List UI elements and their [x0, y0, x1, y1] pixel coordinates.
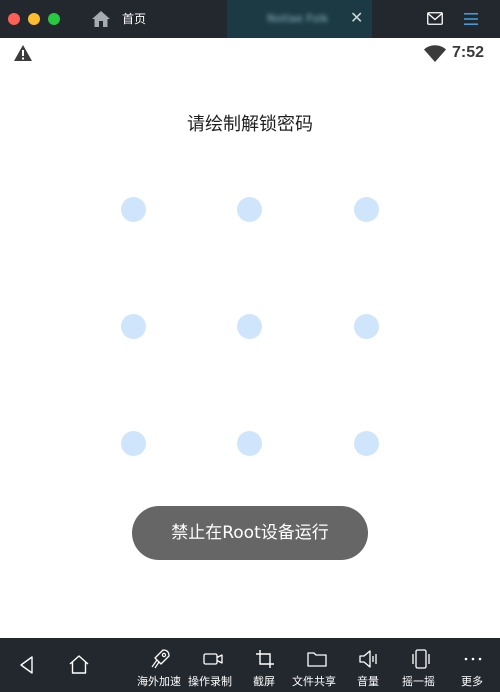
toolbar-item-more[interactable]: 更多 [457, 638, 489, 692]
status-bar: 7:52 [0, 38, 500, 68]
window-maximize-button[interactable] [48, 13, 60, 25]
pattern-dot-4[interactable] [121, 314, 146, 339]
window-close-button[interactable] [8, 13, 20, 25]
pattern-dot-3[interactable] [354, 197, 379, 222]
pattern-lock-title: 请绘制解锁密码 [187, 114, 313, 135]
toolbar-label-more: 更多 [461, 675, 483, 688]
toolbar-label-file-share: 文件共享 [292, 675, 336, 688]
folder-icon [307, 652, 327, 667]
wifi-icon [424, 45, 446, 62]
toolbar-item-overseas-boost[interactable]: 海外加速 [134, 638, 188, 692]
toolbar-label-screenshot: 截屏 [253, 675, 275, 688]
toolbar-item-file-share[interactable]: 文件共享 [291, 638, 343, 692]
emulator-window: 首页 Notlae Folk ✕ 7:52 请绘制解锁密码 禁止在Root设备运… [0, 0, 500, 692]
toolbar-item-shake[interactable]: 摇一摇 [401, 638, 441, 692]
warning-icon [14, 45, 32, 61]
title-bar: 首页 Notlae Folk ✕ [0, 0, 500, 38]
home-tab-icon [92, 11, 110, 27]
pattern-dot-2[interactable] [237, 197, 262, 222]
tab-app-label: Notlae Folk [267, 12, 329, 25]
rocket-icon [151, 649, 170, 669]
toolbar-label-overseas-boost: 海外加速 [137, 675, 181, 688]
toast-message: 禁止在Root设备运行 [132, 506, 368, 560]
volume-icon [359, 650, 377, 668]
pattern-dot-7[interactable] [121, 431, 146, 456]
home-icon[interactable] [68, 653, 90, 675]
more-icon [464, 657, 482, 661]
window-minimize-button[interactable] [28, 13, 40, 25]
shake-phone-icon [412, 649, 430, 669]
emulator-toolbar: 海外加速 操作录制 截屏 文件共享 音量 摇一摇 更多 [0, 638, 500, 692]
toolbar-label-record: 操作录制 [188, 675, 232, 688]
toolbar-item-record[interactable]: 操作录制 [188, 638, 240, 692]
toolbar-label-volume: 音量 [357, 675, 379, 688]
toolbar-item-volume[interactable]: 音量 [356, 638, 386, 692]
tab-home-label: 首页 [122, 12, 147, 26]
crop-icon [256, 650, 274, 668]
pattern-dot-9[interactable] [354, 431, 379, 456]
toolbar-item-screenshot[interactable]: 截屏 [250, 638, 280, 692]
menu-icon[interactable] [463, 11, 479, 27]
back-icon[interactable] [16, 654, 38, 676]
tab-app[interactable]: Notlae Folk ✕ [227, 0, 372, 38]
pattern-dot-8[interactable] [237, 431, 262, 456]
tab-close-icon[interactable]: ✕ [350, 9, 363, 27]
pattern-dot-1[interactable] [121, 197, 146, 222]
mail-icon[interactable] [427, 12, 443, 25]
toolbar-label-shake: 摇一摇 [402, 675, 435, 688]
status-time: 7:52 [452, 44, 485, 61]
pattern-dot-5[interactable] [237, 314, 262, 339]
video-record-icon [203, 653, 223, 665]
tab-home[interactable]: 首页 [86, 0, 226, 38]
pattern-dot-6[interactable] [354, 314, 379, 339]
